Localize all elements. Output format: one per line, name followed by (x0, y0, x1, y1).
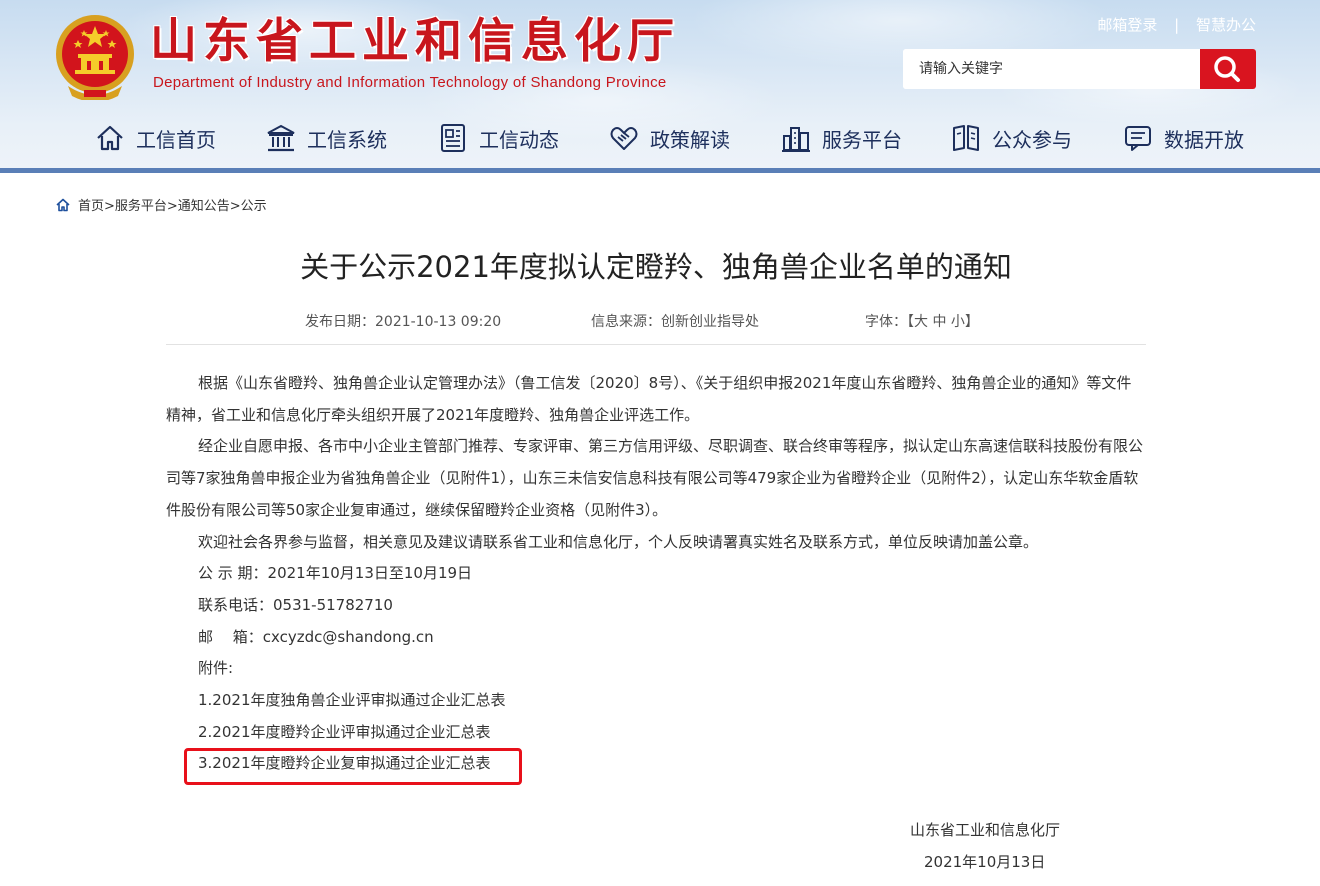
nav-item-data[interactable]: 数据开放 (1122, 118, 1244, 158)
nav-item-policy[interactable]: 政策解读 (608, 118, 730, 158)
open-book-icon (953, 125, 979, 151)
national-emblem-logo (56, 15, 134, 100)
site-title-chinese: 山东省工业和信息化厅 (150, 14, 680, 69)
info-source: 信息来源：创新创业指导处 (591, 314, 759, 330)
nav-label: 数据开放 (1164, 127, 1244, 152)
smart-office-link[interactable]: 智慧办公 (1196, 14, 1256, 35)
top-links-separator: | (1174, 16, 1180, 34)
home-icon[interactable] (56, 198, 70, 212)
paragraph: 经企业自愿申报、各市中小企业主管部门推荐、专家评审、第三方信用评级、尽职调查、联… (166, 437, 1144, 519)
signature-organization: 山东省工业和信息化厅 (910, 821, 1061, 839)
publish-date: 发布日期：2021-10-13 09:20 (305, 314, 502, 330)
search-button[interactable] (1200, 49, 1256, 89)
nav-item-public[interactable]: 公众参与 (950, 118, 1072, 158)
home-icon (97, 125, 123, 151)
header-divider (0, 168, 1320, 173)
signature-date: 2021年10月13日 (924, 853, 1046, 871)
attachment-link-2[interactable]: 2.2021年度瞪羚企业评审拟通过企业汇总表 (198, 723, 491, 741)
article-body: 根据《山东省瞪羚、独角兽企业认定管理办法》（鲁工信发〔2020〕8号）、《关于组… (166, 368, 1146, 780)
message-icon (1125, 126, 1151, 151)
news-icon (441, 124, 465, 152)
nav-label: 工信首页 (136, 127, 216, 152)
search-input[interactable] (903, 49, 1200, 89)
contact-phone: 联系电话：0531-51782710 (198, 595, 393, 614)
nav-label: 公众参与 (992, 127, 1072, 152)
attachment-item: 3.2021年度瞪羚企业复审拟通过企业汇总表 (166, 748, 1146, 780)
nav-label: 工信系统 (307, 127, 387, 152)
site-title-english: Department of Industry and Information T… (153, 74, 667, 91)
handshake-icon (610, 127, 638, 150)
breadcrumb: 首页>服务平台>通知公告>公示 (56, 195, 267, 214)
nav-item-news[interactable]: 工信动态 (437, 118, 559, 158)
paragraph: 根据《山东省瞪羚、独角兽企业认定管理办法》（鲁工信发〔2020〕8号）、《关于组… (166, 374, 1132, 424)
breadcrumb-path[interactable]: 首页>服务平台>通知公告>公示 (78, 195, 267, 214)
nav-item-system[interactable]: 工信系统 (265, 118, 387, 158)
nav-item-home[interactable]: 工信首页 (94, 118, 216, 158)
top-links: 邮箱登录 | 智慧办公 (1097, 14, 1256, 35)
attachment-link-1[interactable]: 1.2021年度独角兽企业评审拟通过企业汇总表 (198, 691, 506, 709)
attachments-label: 附件: (198, 659, 234, 678)
nav-item-service[interactable]: 服务平台 (780, 118, 902, 158)
government-building-icon (267, 124, 295, 152)
search-icon (1214, 56, 1240, 82)
nav-label: 服务平台 (822, 127, 902, 152)
main-navigation: 工信首页 工信系统 工信动态 政策解读 服务平台 公众参与 数据开放 (0, 118, 1320, 158)
attachment-link-3[interactable]: 3.2021年度瞪羚企业复审拟通过企业汇总表 (198, 754, 491, 772)
contact-email: 邮 箱：cxcyzdc@shandong.cn (198, 627, 434, 646)
publicity-period: 公 示 期：2021年10月13日至10月19日 (198, 564, 473, 583)
font-size-selector[interactable]: 字体：【大 中 小】 (865, 311, 979, 331)
meta-divider (166, 344, 1146, 345)
nav-label: 政策解读 (650, 127, 730, 152)
mail-login-link[interactable]: 邮箱登录 (1097, 14, 1157, 35)
attachment-item: 2.2021年度瞪羚企业评审拟通过企业汇总表 (166, 717, 1146, 749)
nav-label: 工信动态 (479, 127, 559, 152)
city-icon (782, 127, 810, 152)
attachment-item: 1.2021年度独角兽企业评审拟通过企业汇总表 (166, 685, 1146, 717)
article-title: 关于公示2021年度拟认定瞪羚、独角兽企业名单的通知 (300, 250, 1012, 284)
paragraph: 欢迎社会各界参与监督，相关意见及建议请联系省工业和信息化厅，个人反映请署真实姓名… (198, 532, 1039, 551)
search-box (903, 49, 1256, 89)
site-header: 山东省工业和信息化厅 Department of Industry and In… (0, 0, 1320, 168)
